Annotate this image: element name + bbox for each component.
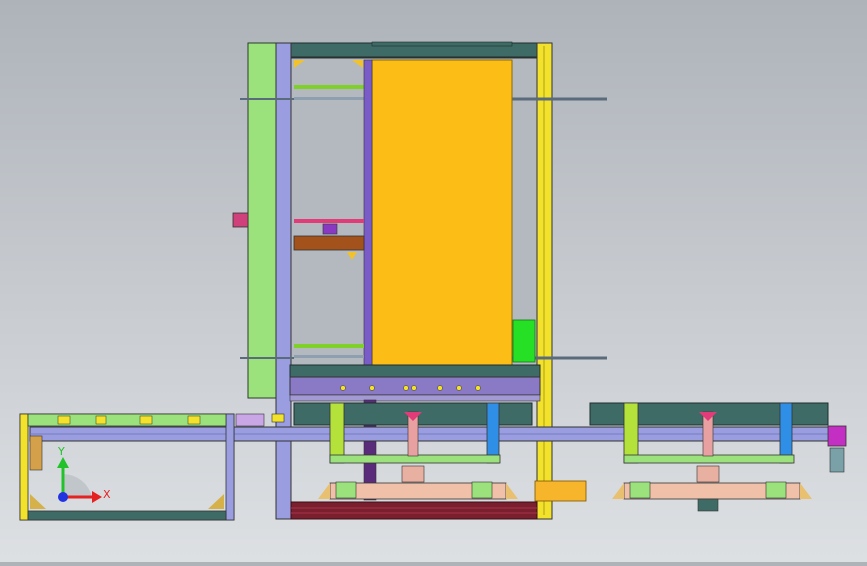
rod-top-green [294, 85, 364, 89]
cad-graphics-area[interactable]: Y X [0, 0, 867, 562]
main-frame-assembly[interactable] [232, 41, 607, 520]
triad-z-axis [58, 492, 68, 502]
green-sensor-block [512, 319, 536, 363]
triad-y-label: Y [57, 445, 65, 458]
rod-bottom-green [294, 344, 364, 348]
side-knob [232, 212, 249, 228]
coordinate-triad: Y X [57, 445, 111, 503]
conveyor-rail[interactable] [29, 426, 839, 442]
left-side-panel [247, 42, 279, 399]
rod-magenta [294, 219, 364, 223]
brown-bracket [293, 235, 365, 251]
orange-bracket [534, 480, 587, 502]
lavender-rail [275, 42, 292, 520]
station-1[interactable] [293, 402, 533, 500]
lower-beam-teal [289, 364, 541, 378]
end-stop-block [827, 425, 847, 447]
base-maroon [290, 501, 538, 520]
station-2[interactable] [589, 402, 829, 512]
yellow-rail-right [536, 42, 553, 520]
orange-panel [371, 59, 513, 367]
triad-x-label: X [103, 488, 111, 501]
